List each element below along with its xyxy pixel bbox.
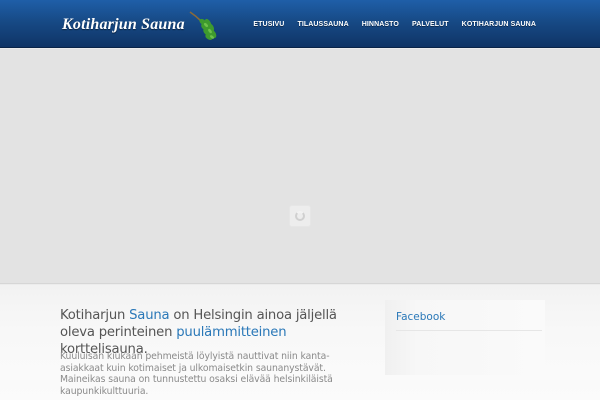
logo-text[interactable]: Kotiharjun Sauna <box>62 16 185 34</box>
loading-spinner-icon <box>289 205 311 227</box>
nav-item-hinnasto[interactable]: HINNASTO <box>362 21 399 28</box>
nav-item-etusivu[interactable]: ETUSIVU <box>253 21 284 28</box>
sidebar-divider <box>396 330 542 331</box>
site-header: Kotiharjun Sauna ETUSIVU TILAUSSAUNA HIN… <box>0 0 600 48</box>
intro-link-sauna[interactable]: Sauna <box>129 308 169 323</box>
main-content: Kotiharjun Sauna on Helsingin ainoa jälj… <box>0 285 600 400</box>
spinner-ring <box>295 211 305 221</box>
main-nav: ETUSIVU TILAUSSAUNA HINNASTO PALVELUT KO… <box>240 0 536 48</box>
nav-item-tilaussauna[interactable]: TILAUSSAUNA <box>297 21 348 28</box>
site-logo[interactable]: Kotiharjun Sauna <box>62 8 221 42</box>
facebook-title[interactable]: Facebook <box>396 311 445 323</box>
facebook-widget: Facebook <box>385 300 545 375</box>
vihta-icon <box>189 11 217 40</box>
nav-item-palvelut[interactable]: PALVELUT <box>412 21 449 28</box>
intro-paragraph: Kuuluisan kiukaan pehmeistä löylyistä na… <box>60 351 333 397</box>
image-slider[interactable] <box>0 49 600 284</box>
intro-part1: Kotiharjun <box>60 308 130 323</box>
intro-link-puulammitteinen[interactable]: puulämmitteinen <box>176 325 286 340</box>
nav-item-kotiharjun-sauna[interactable]: KOTIHARJUN SAUNA <box>462 21 536 28</box>
